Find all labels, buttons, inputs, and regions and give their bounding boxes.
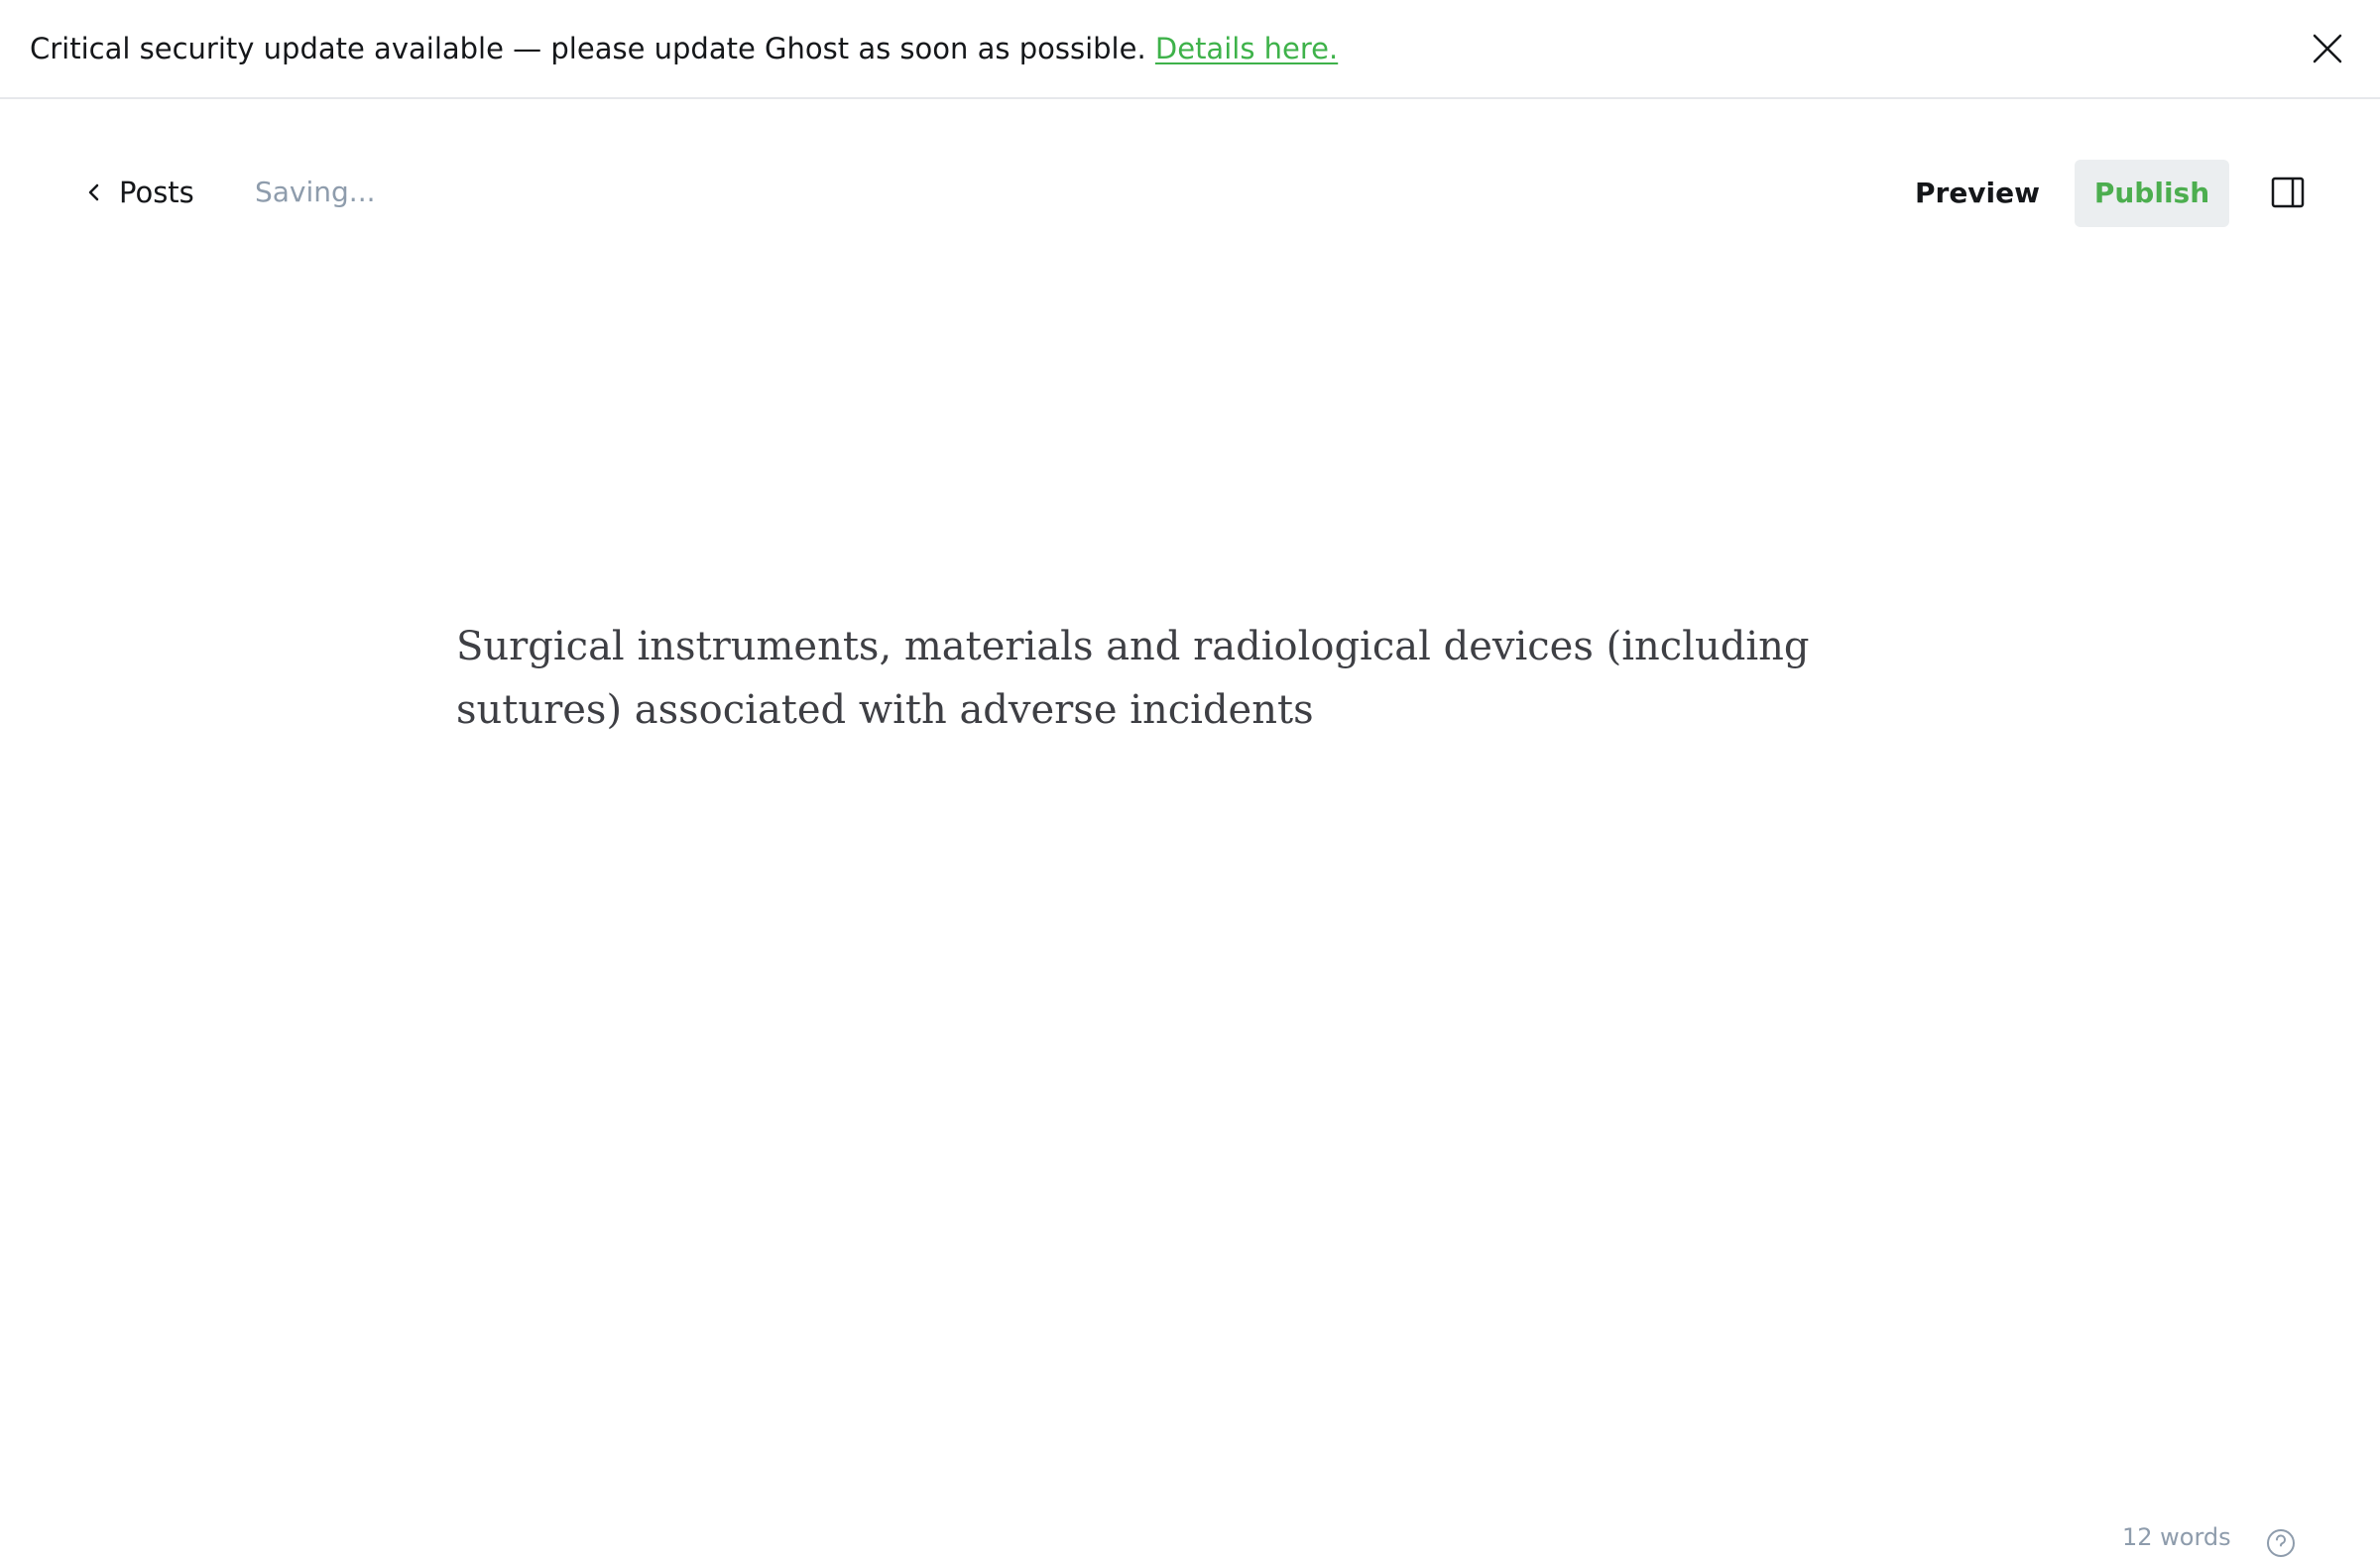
back-to-posts-link[interactable]: Posts <box>83 173 194 212</box>
publish-button[interactable]: Publish <box>2075 160 2229 227</box>
banner-details-link[interactable]: Details here. <box>1155 32 1338 65</box>
word-count: 12 words <box>2122 1523 2231 1551</box>
save-status: Saving... <box>255 176 376 208</box>
close-icon[interactable] <box>2311 32 2344 65</box>
banner-text: Critical security update available — ple… <box>30 30 1338 67</box>
preview-button[interactable]: Preview <box>1904 160 2051 227</box>
banner-message: Critical security update available — ple… <box>30 32 1146 65</box>
chevron-left-icon <box>88 183 99 201</box>
sidebar-toggle-icon[interactable] <box>2271 177 2305 208</box>
help-icon[interactable] <box>2265 1527 2297 1559</box>
post-title-input[interactable]: Surgical instruments, materials and radi… <box>456 615 1864 742</box>
back-link-label: Posts <box>119 176 194 209</box>
security-alert-banner: Critical security update available — ple… <box>0 0 2380 99</box>
